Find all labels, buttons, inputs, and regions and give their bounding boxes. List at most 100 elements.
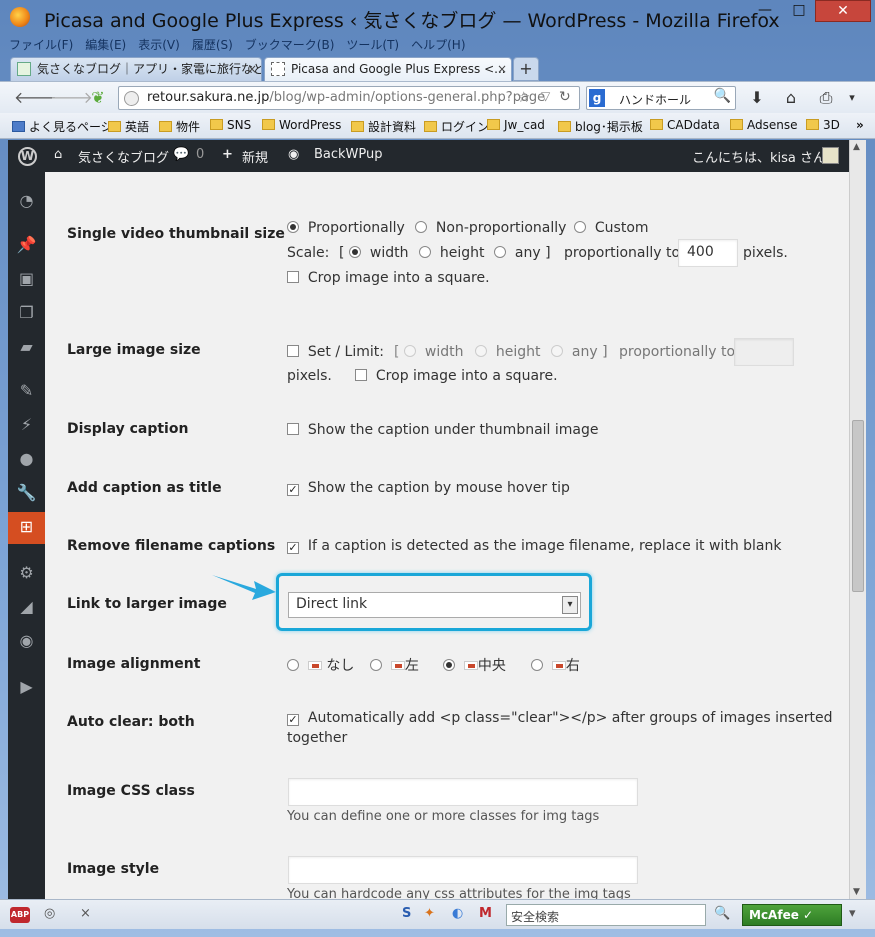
plugins-icon[interactable]: ⚡ <box>8 410 45 440</box>
forward-icon[interactable]: 🡒 <box>50 87 93 109</box>
bookmark-folder[interactable]: 物件 <box>159 118 200 135</box>
align-center[interactable]: 中央 <box>443 655 506 675</box>
chevron-down-icon[interactable]: ▾ <box>849 906 856 921</box>
bookmark-folder[interactable]: SNS <box>210 118 251 132</box>
mcafee-button[interactable]: McAfee ✓ <box>742 904 842 926</box>
menu-edit[interactable]: 編集(E) <box>84 36 127 54</box>
auto-clear-checkbox[interactable]: ✓ Automatically add <p class="clear"></p… <box>287 710 833 726</box>
menu-history[interactable]: 履歴(S) <box>191 36 234 54</box>
vertical-scrollbar[interactable]: ▲ ▼ <box>849 140 866 899</box>
play-icon[interactable]: ▶ <box>8 672 45 702</box>
home-icon[interactable]: ⌂ <box>54 147 62 162</box>
menu-tools[interactable]: ツール(T) <box>345 36 400 54</box>
comment-count[interactable]: 0 <box>196 147 204 162</box>
bookmarks-overflow-icon[interactable]: » <box>856 118 864 132</box>
adblock-plus-icon[interactable]: ABP <box>10 907 30 923</box>
bookmark-folder[interactable]: Jw_cad <box>487 118 545 132</box>
weather-icon[interactable]: ◐ <box>452 906 463 921</box>
css-class-input[interactable] <box>288 778 638 806</box>
image-style-input[interactable] <box>288 856 638 884</box>
radio-height[interactable]: height <box>419 245 485 261</box>
radio-button[interactable] <box>419 246 431 258</box>
url-bar[interactable]: retour.sakura.ne.jp/blog/wp-admin/option… <box>118 86 580 110</box>
skype-icon[interactable]: S <box>402 906 411 921</box>
crop-checkbox[interactable]: Crop image into a square. <box>287 270 490 286</box>
gear-icon[interactable]: ⚙ <box>8 558 45 588</box>
settings-active-icon[interactable]: ⊞ <box>8 512 45 544</box>
radio-button[interactable] <box>370 659 382 671</box>
users-icon[interactable]: ● <box>8 444 45 474</box>
size-input[interactable]: 400 <box>678 239 738 267</box>
radio-custom[interactable]: Custom <box>574 220 649 236</box>
search-icon[interactable]: 🔍 <box>714 906 730 921</box>
checkbox[interactable] <box>287 271 299 283</box>
backwpup-menu-icon[interactable]: ◉ <box>8 626 45 656</box>
reload-icon[interactable]: ↻ <box>559 89 571 105</box>
checkbox[interactable] <box>287 423 299 435</box>
crop-checkbox[interactable]: Crop image into a square. <box>355 368 558 384</box>
globe-icon[interactable]: ◎ <box>44 906 55 921</box>
scroll-down-icon[interactable]: ▼ <box>853 887 860 897</box>
radio-button[interactable] <box>349 246 361 258</box>
radio-button[interactable] <box>531 659 543 671</box>
checkbox[interactable]: ✓ <box>287 714 299 726</box>
bookmark-folder[interactable]: 英語 <box>108 118 149 135</box>
align-none[interactable]: なし <box>287 655 354 675</box>
radio-button[interactable] <box>551 345 563 357</box>
radio-button[interactable] <box>404 345 416 357</box>
checkbox[interactable] <box>355 369 367 381</box>
site-identity-icon[interactable] <box>124 91 139 106</box>
plus-icon[interactable]: + <box>222 147 233 162</box>
tab-close-icon[interactable]: × <box>497 58 507 80</box>
align-right[interactable]: 右 <box>531 655 580 675</box>
size-input-disabled[interactable] <box>734 338 794 366</box>
bookmark-folder[interactable]: WordPress <box>262 118 341 132</box>
caption-title-checkbox[interactable]: ✓ Show the caption by mouse hover tip <box>287 480 570 496</box>
menu-bookmarks[interactable]: ブックマーク(B) <box>244 36 336 54</box>
comments-icon[interactable]: ▰ <box>8 332 45 362</box>
avatar[interactable] <box>822 147 839 164</box>
radio-any-disabled[interactable]: any ] <box>551 344 608 360</box>
fox-icon[interactable]: ✦ <box>424 906 435 921</box>
radio-proportionally[interactable]: Proportionally <box>287 220 405 236</box>
download-icon[interactable]: ⬇ <box>746 87 768 109</box>
backwpup-link[interactable]: BackWPup <box>314 147 383 162</box>
bookmark-folder[interactable]: Adsense <box>730 118 798 132</box>
menu-help[interactable]: ヘルプ(H) <box>410 36 466 54</box>
pin-icon[interactable]: 📌 <box>8 230 45 260</box>
radio-button[interactable] <box>494 246 506 258</box>
wordpress-logo-icon[interactable]: W <box>18 147 37 166</box>
bookmark-star-icon[interactable]: ☆ <box>517 88 530 106</box>
tab-blog[interactable]: 気さくなブログ｜アプリ・家電に旅行などな... × <box>10 57 262 81</box>
bookmark-folder[interactable]: blog･掲示板 <box>558 118 643 135</box>
radio-any[interactable]: any ] <box>494 245 551 261</box>
dropdown-arrow-icon[interactable]: ▽ <box>541 89 550 103</box>
radio-height-disabled[interactable]: height <box>475 344 541 360</box>
maximize-button[interactable]: □ <box>782 0 816 22</box>
print-icon[interactable]: ⎙ <box>815 87 837 109</box>
display-caption-checkbox[interactable]: Show the caption under thumbnail image <box>287 422 599 438</box>
tools-icon[interactable]: 🔧 <box>8 478 45 508</box>
menu-view[interactable]: 表示(V) <box>137 36 181 54</box>
align-left[interactable]: 左 <box>370 655 419 675</box>
chevron-down-icon[interactable]: ▾ <box>562 596 578 614</box>
search-icon[interactable]: 🔍 <box>714 88 731 104</box>
bookmark-folder[interactable]: CADdata <box>650 118 720 132</box>
radio-button[interactable] <box>443 659 455 671</box>
radio-button[interactable] <box>475 345 487 357</box>
stats-icon[interactable]: ◢ <box>8 592 45 622</box>
link-larger-select[interactable]: Direct link ▾ <box>288 592 581 618</box>
tab-picasa-settings[interactable]: Picasa and Google Plus Express <... × <box>264 57 512 81</box>
toolbar-menu-icon[interactable]: ▾ <box>845 87 859 109</box>
checkbox[interactable] <box>287 345 299 357</box>
close-button[interactable]: ✕ <box>815 0 871 22</box>
radio-button[interactable] <box>574 221 586 233</box>
radio-button[interactable] <box>415 221 427 233</box>
radio-button[interactable] <box>287 659 299 671</box>
radio-button[interactable] <box>287 221 299 233</box>
tab-close-icon[interactable]: × <box>247 58 257 80</box>
bookmark-folder[interactable]: 3D <box>806 118 840 132</box>
dashboard-icon[interactable]: ◔ <box>8 186 45 216</box>
comment-icon[interactable]: 💬 <box>173 147 189 162</box>
home-icon[interactable]: ⌂ <box>780 87 802 109</box>
